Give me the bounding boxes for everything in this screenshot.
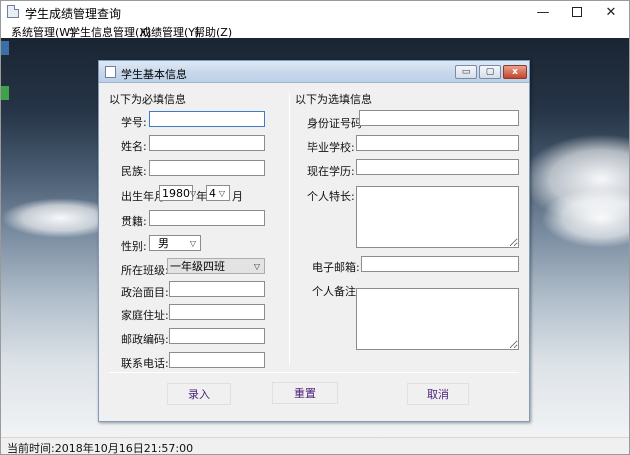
background-strip bbox=[1, 41, 9, 55]
gender-select[interactable]: 男 ▽ bbox=[149, 235, 201, 251]
dialog-maximize-button[interactable]: ▢ bbox=[479, 65, 501, 79]
specialty-label: 个人特长: bbox=[307, 190, 355, 203]
gender-label: 性别: bbox=[121, 240, 147, 253]
chevron-down-icon: ▽ bbox=[218, 188, 226, 198]
class-label: 所在班级: bbox=[121, 264, 169, 277]
ethnicity-label: 民族: bbox=[121, 165, 147, 178]
remark-textarea[interactable] bbox=[356, 288, 519, 350]
dialog-titlebar: 学生基本信息 ▭ ▢ x bbox=[99, 61, 529, 83]
cancel-button[interactable]: 取消 bbox=[407, 383, 469, 405]
app-document-icon bbox=[7, 5, 19, 18]
id-card-label: 身份证号码 bbox=[307, 117, 362, 130]
birth-year-value: 1980 bbox=[162, 186, 190, 200]
phone-label: 联系电话: bbox=[121, 357, 169, 370]
native-place-input[interactable] bbox=[149, 210, 265, 226]
class-value: 一年级四班 bbox=[170, 260, 225, 273]
school-input[interactable] bbox=[356, 135, 519, 151]
specialty-textarea[interactable] bbox=[356, 186, 519, 248]
address-input[interactable] bbox=[169, 304, 265, 320]
dialog-title: 学生基本信息 bbox=[121, 68, 187, 81]
close-button[interactable]: ✕ bbox=[589, 1, 630, 23]
id-card-input[interactable] bbox=[359, 110, 519, 126]
month-suffix-label: 月 bbox=[232, 190, 243, 203]
name-input[interactable] bbox=[149, 135, 265, 151]
address-label: 家庭住址: bbox=[121, 309, 169, 322]
menu-bar: 系统管理(W) 学生信息管理(X) 成绩管理(Y) 帮助(Z) bbox=[1, 23, 629, 39]
student-info-dialog: 学生基本信息 ▭ ▢ x 以下为必填信息 以下为选填信息 学号: 姓名: 民族:… bbox=[98, 60, 530, 422]
main-window-title: 学生成绩管理查询 bbox=[25, 7, 122, 21]
reset-button[interactable]: 重置 bbox=[272, 382, 338, 404]
postcode-label: 邮政编码: bbox=[121, 333, 169, 346]
chevron-down-icon: ▽ bbox=[189, 238, 197, 248]
dialog-close-button[interactable]: x bbox=[503, 65, 527, 79]
dialog-document-icon bbox=[105, 66, 116, 78]
phone-input[interactable] bbox=[169, 352, 265, 368]
remark-label: 个人备注: bbox=[312, 285, 360, 298]
political-label: 政治面目: bbox=[121, 286, 169, 299]
native-place-label: 贯籍: bbox=[121, 215, 147, 228]
student-id-input[interactable] bbox=[149, 111, 265, 127]
background-strip bbox=[1, 86, 9, 100]
ethnicity-input[interactable] bbox=[149, 160, 265, 176]
student-id-label: 学号: bbox=[121, 116, 147, 129]
button-divider bbox=[109, 372, 519, 373]
political-input[interactable] bbox=[169, 281, 265, 297]
education-input[interactable] bbox=[356, 159, 519, 175]
postcode-input[interactable] bbox=[169, 328, 265, 344]
required-section-title: 以下为必填信息 bbox=[109, 93, 186, 106]
education-label: 现在学历: bbox=[307, 165, 355, 178]
optional-section-title: 以下为选填信息 bbox=[295, 93, 372, 106]
status-time: 当前时间:2018年10月16日21:57:00 bbox=[7, 442, 194, 455]
chevron-down-icon: ▽ bbox=[253, 261, 261, 271]
submit-button[interactable]: 录入 bbox=[167, 383, 231, 405]
email-input[interactable] bbox=[361, 256, 519, 272]
section-divider bbox=[289, 93, 290, 365]
dialog-minimize-button[interactable]: ▭ bbox=[455, 65, 477, 79]
status-bar: 当前时间:2018年10月16日21:57:00 bbox=[1, 437, 629, 455]
maximize-icon bbox=[572, 7, 582, 17]
class-select[interactable]: 一年级四班 ▽ bbox=[167, 258, 265, 274]
main-titlebar: 学生成绩管理查询 — ✕ bbox=[1, 1, 629, 23]
email-label: 电子邮箱: bbox=[312, 261, 360, 274]
birth-month-value: 4 bbox=[209, 186, 216, 200]
gender-value: 男 bbox=[158, 237, 169, 250]
birth-year-select[interactable]: 1980 ▽ bbox=[159, 185, 196, 201]
school-label: 毕业学校: bbox=[307, 141, 355, 154]
name-label: 姓名: bbox=[121, 140, 147, 153]
birth-month-select[interactable]: 4 ▽ bbox=[206, 185, 230, 201]
